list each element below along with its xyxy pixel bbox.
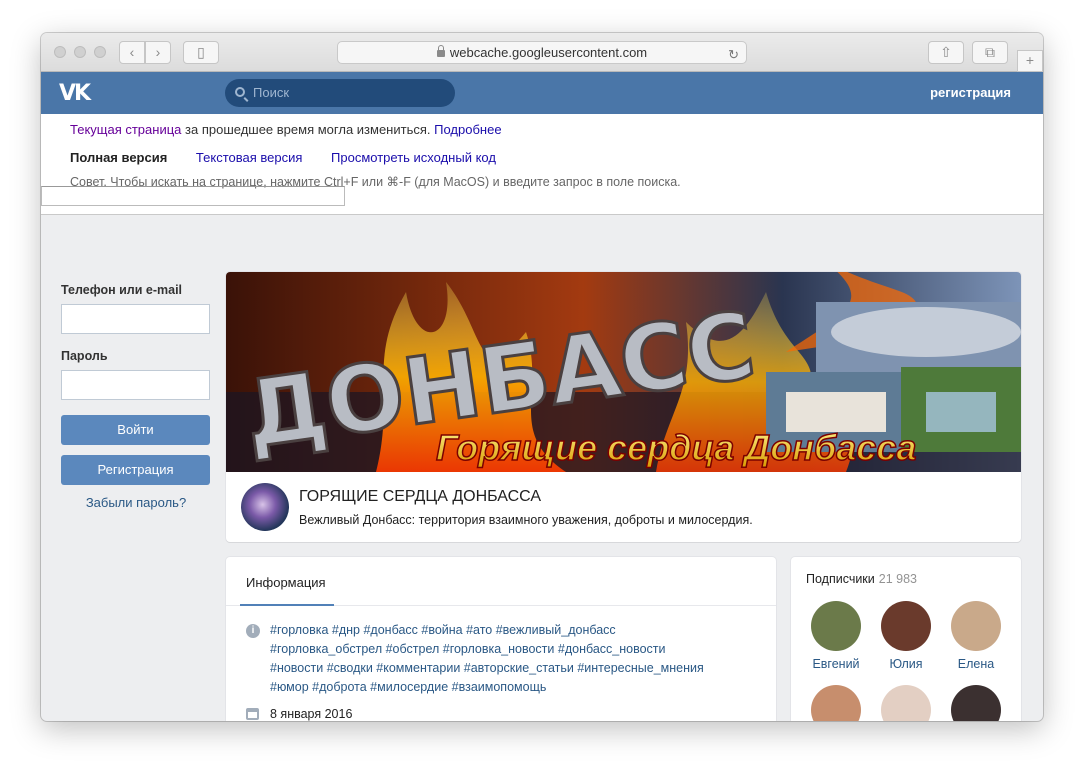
vk-header: VK Поиск регистрация <box>41 72 1043 156</box>
info-card: Информация i #горловка #днр #донбасс #во… <box>226 557 776 721</box>
chevron-right-icon: › <box>155 44 161 60</box>
subscriber-item[interactable]: Елена <box>941 601 1011 671</box>
subscriber-avatar <box>811 601 861 651</box>
minimize-window-button[interactable] <box>74 46 86 58</box>
group-header-card: ДОНБАСС Горящие сердца Донбасса ГОРЯЩИЕ … <box>226 272 1021 542</box>
browser-toolbar: ‹ › ▯ webcache.googleusercontent.com ↻ ⇧… <box>41 33 1043 72</box>
group-created-date: 8 января 2016 <box>270 707 353 721</box>
sidebar-icon: ▯ <box>197 44 205 60</box>
group-title: ГОРЯЩИЕ СЕРДЦА ДОНБАССА <box>299 488 542 505</box>
cache-version-links: Полная версия Текстовая версия Просмотре… <box>70 150 521 165</box>
plus-icon: + <box>1025 52 1035 68</box>
subscriber-item[interactable] <box>941 685 1011 721</box>
search-placeholder: Поиск <box>253 85 290 100</box>
chevron-left-icon: ‹ <box>129 44 135 60</box>
cache-notice: Текущая страница за прошедшее время могл… <box>70 122 502 137</box>
lock-icon <box>436 45 445 57</box>
subscriber-avatar <box>951 601 1001 651</box>
tabs-button[interactable]: ⧉ <box>972 41 1008 64</box>
search-input[interactable]: Поиск <box>225 79 455 107</box>
subscribers-title[interactable]: Подписчики 21 983 <box>806 572 917 586</box>
sidebar-button[interactable]: ▯ <box>183 41 219 64</box>
browser-window: ‹ › ▯ webcache.googleusercontent.com ↻ ⇧… <box>41 33 1043 721</box>
password-label: Пароль <box>61 349 108 363</box>
share-icon: ⇧ <box>940 44 952 60</box>
forgot-password-link[interactable]: Забыли пароль? <box>61 495 211 510</box>
close-window-button[interactable] <box>54 46 66 58</box>
login-panel: Телефон или e-mail Пароль Войти Регистра… <box>61 283 211 510</box>
subscribers-count: 21 983 <box>878 572 917 586</box>
subscribers-label: Подписчики <box>806 572 875 586</box>
subscriber-item[interactable]: Евгений <box>801 601 871 671</box>
tab-active-indicator <box>240 604 334 606</box>
subscriber-name: Евгений <box>812 657 860 671</box>
url-text: webcache.googleusercontent.com <box>449 45 648 60</box>
cache-divider-box <box>41 186 345 206</box>
group-avatar[interactable] <box>241 483 289 531</box>
current-page-link[interactable]: Текущая страница <box>70 122 181 137</box>
register-link[interactable]: регистрация <box>930 85 1011 100</box>
new-tab-button[interactable]: + <box>1017 50 1043 72</box>
tags-line[interactable]: #юмор #доброта #милосердие #взаимопомощь <box>270 678 770 697</box>
subscriber-avatar <box>951 685 1001 721</box>
cover-svg: ДОНБАСС Горящие сердца Донбасса <box>226 272 1021 472</box>
group-status: Вежливый Донбасс: территория взаимного у… <box>299 513 753 527</box>
reload-icon[interactable]: ↻ <box>728 44 739 65</box>
tab-info[interactable]: Информация <box>246 575 326 590</box>
full-version-label: Полная версия <box>70 150 168 165</box>
subscribers-card: Подписчики 21 983 Евгений Юлия Елена <box>791 557 1021 721</box>
tags-line[interactable]: #горловка #днр #донбасс #война #ато #веж… <box>270 621 770 640</box>
tags-line[interactable]: #горловка_обстрел #обстрел #горловка_нов… <box>270 640 770 659</box>
password-field[interactable] <box>61 370 210 400</box>
back-button[interactable]: ‹ <box>119 41 145 64</box>
group-cover-image: ДОНБАСС Горящие сердца Донбасса <box>226 272 1021 472</box>
subscriber-name: Елена <box>957 657 995 671</box>
subscriber-item[interactable] <box>801 685 871 721</box>
subscriber-item[interactable] <box>871 685 941 721</box>
tags-line[interactable]: #новости #сводки #комментарии #авторские… <box>270 659 770 678</box>
register-button[interactable]: Регистрация <box>61 455 210 485</box>
subscriber-avatar <box>881 685 931 721</box>
google-cache-banner: Текущая страница за прошедшее время могл… <box>41 114 1043 215</box>
cover-caption: Горящие сердца Донбасса <box>436 427 916 468</box>
forward-button[interactable]: › <box>145 41 171 64</box>
phone-email-field[interactable] <box>61 304 210 334</box>
subscriber-avatar <box>811 685 861 721</box>
info-icon: i <box>246 624 260 638</box>
zoom-window-button[interactable] <box>94 46 106 58</box>
calendar-icon <box>246 708 259 720</box>
subscriber-item[interactable]: Юлия <box>871 601 941 671</box>
changed-text: за прошедшее время могла измениться. <box>185 122 431 137</box>
phone-label: Телефон или e-mail <box>61 283 183 297</box>
login-button[interactable]: Войти <box>61 415 210 445</box>
address-bar[interactable]: webcache.googleusercontent.com ↻ <box>337 41 747 64</box>
share-button[interactable]: ⇧ <box>928 41 964 64</box>
group-tags: #горловка #днр #донбасс #война #ато #веж… <box>270 621 770 697</box>
text-version-link[interactable]: Текстовая версия <box>196 150 302 165</box>
search-icon <box>235 87 245 97</box>
subscriber-name: Юлия <box>889 657 923 671</box>
view-source-link[interactable]: Просмотреть исходный код <box>331 150 496 165</box>
more-link[interactable]: Подробнее <box>434 122 501 137</box>
subscriber-avatar <box>881 601 931 651</box>
vk-logo[interactable]: VK <box>59 81 91 106</box>
tabs-icon: ⧉ <box>985 44 995 60</box>
